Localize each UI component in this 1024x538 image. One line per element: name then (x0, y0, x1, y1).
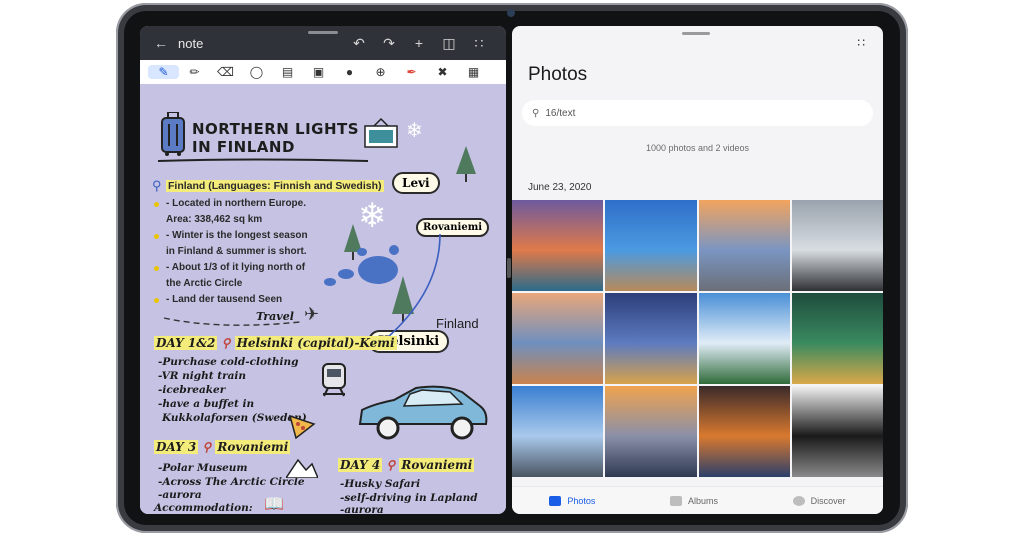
zoom-icon[interactable]: ⊕ (365, 65, 396, 79)
day4-heading: DAY 4 ⚲ Rovaniemi (338, 458, 475, 472)
bullet-dot (154, 202, 159, 207)
photo-coastal-town-night[interactable] (605, 293, 697, 384)
discover-tab-icon (792, 495, 805, 506)
photo-sea-stacks-sunset[interactable] (512, 293, 604, 384)
luggage-icon (161, 112, 185, 156)
photo-lake-town-mountains[interactable] (698, 293, 790, 384)
eraser-icon[interactable]: ⌫ (210, 65, 241, 79)
tab-label: Discover (810, 495, 846, 506)
pizza-icon (288, 414, 316, 440)
itinerary-item: -Across The Arctic Circle (158, 476, 305, 488)
albums-tab-icon (669, 495, 682, 506)
photo-cliff-blue-sea[interactable] (512, 386, 604, 477)
marker-icon[interactable]: ✏ (179, 65, 210, 79)
snowflake-icon: ❄ (358, 197, 387, 235)
photo-sunset-rocks-sea[interactable] (512, 200, 604, 291)
fact-line: Area: 338,462 sq km (166, 214, 263, 225)
image-icon[interactable]: ▣ (303, 65, 334, 79)
car-drawing (358, 385, 488, 440)
bubble-levi: Levi (392, 172, 440, 194)
itinerary-item: -VR night train (158, 370, 247, 382)
photo-beach-sunset-rocks[interactable] (605, 386, 697, 477)
finland-label: Finland (436, 316, 479, 331)
texture-icon[interactable]: ▦ (458, 65, 489, 79)
search-value: 16/text (545, 107, 576, 119)
itinerary-item: Kukkolaforsen (Sweden) (162, 412, 307, 424)
lasso-icon[interactable]: ◯ (241, 65, 272, 79)
add-icon[interactable]: + (404, 35, 434, 51)
airplane-icon: ✈ (304, 304, 320, 324)
more-icon[interactable]: ∷ (464, 35, 494, 52)
layout-icon[interactable]: ◫ (434, 35, 464, 52)
search-icon: ⚲ (532, 107, 540, 119)
itinerary-item: -have a buffet in (158, 398, 255, 410)
itinerary-item: -Purchase cold-clothing (158, 356, 299, 368)
pane-drag-handle[interactable] (308, 31, 338, 34)
itinerary-item: Accommodation: (154, 502, 253, 514)
pen-icon[interactable]: ✎ (148, 65, 179, 79)
note-canvas[interactable]: NORTHERN LIGHTS IN FINLAND ❄ ❄ ⚲ Finland… (140, 84, 506, 514)
tab-discover[interactable]: Discover (792, 495, 846, 506)
itinerary-item: -Polar Museum (158, 462, 248, 474)
bullet-dot (154, 298, 159, 303)
text-icon[interactable]: ▤ (272, 65, 303, 79)
photo-abstract-green-gold[interactable] (791, 293, 883, 384)
location-pin-icon: ⚲ (152, 178, 162, 193)
day3-heading: DAY 3 ⚲ Rovaniemi (154, 440, 291, 454)
pine-tree-icon (456, 146, 476, 182)
day12-heading: DAY 1&2 ⚲ Helsinki (capital)-Kemi (154, 336, 397, 350)
note-heading-line1: NORTHERN LIGHTS (192, 120, 360, 138)
languages-line: Finland (Languages: Finnish and Swedish) (166, 180, 384, 192)
split-screen-divider[interactable] (507, 258, 511, 278)
mountain-icon (286, 458, 318, 478)
search-input[interactable]: ⚲ 16/text (522, 100, 873, 126)
train-icon (322, 363, 346, 397)
note-title: note (178, 35, 204, 51)
landscape-frame-icon (364, 118, 398, 148)
photo-count: 1000 photos and 2 videos (645, 143, 750, 153)
back-arrow-icon[interactable]: ← (152, 35, 170, 51)
snowflake-icon: ❄ (406, 120, 423, 142)
fact-line: - Located in northern Europe. (166, 198, 307, 209)
tab-photos[interactable]: Photos (549, 495, 596, 506)
photo-gray-coast-waves[interactable] (791, 200, 883, 291)
itinerary-item: -icebreaker (158, 384, 226, 396)
bottom-tab-bar: Photos Albums Discover (512, 486, 883, 514)
front-camera (507, 9, 515, 17)
photos-title: Photos (528, 64, 588, 85)
date-header: June 23, 2020 (528, 182, 592, 193)
pin-icon[interactable]: ✖ (427, 65, 458, 79)
photos-tab-icon (549, 495, 562, 506)
highlighter-icon[interactable]: ✒ (396, 65, 427, 79)
photo-city-skyscrapers-night[interactable] (698, 386, 790, 477)
more-icon[interactable]: ∷ (857, 36, 865, 50)
pane-drag-handle[interactable] (682, 32, 710, 35)
travel-label: Travel (256, 310, 294, 323)
tab-label: Albums (687, 495, 718, 506)
itinerary-item: -aurora (340, 504, 384, 514)
photo-grid (512, 200, 883, 484)
redo-icon[interactable]: ↷ (374, 35, 404, 52)
tab-albums[interactable]: Albums (669, 495, 718, 506)
tab-label: Photos (567, 495, 596, 506)
bullet-dot (154, 234, 159, 239)
bullet-dot (154, 266, 159, 271)
photo-road-sunset[interactable] (698, 200, 790, 291)
itinerary-item: -aurora (158, 489, 202, 501)
note-heading-line2: IN FINLAND (192, 138, 295, 156)
shape-icon[interactable]: ● (334, 65, 365, 79)
itinerary-item: -self-driving in Lapland (340, 492, 478, 504)
heading-underline (157, 158, 369, 162)
book-icon: 📖 (264, 496, 284, 513)
undo-icon[interactable]: ↶ (344, 35, 374, 52)
itinerary-item: -Husky Safari (340, 478, 421, 490)
drawing-toolbar: ✎ ✏ ⌫ ◯ ▤ ▣ ● ⊕ ✒ ✖ ▦ (140, 60, 506, 84)
note-app-pane: ← note ↶ ↷ + ◫ ∷ ✎ ✏ ⌫ ◯ ▤ ▣ ● ⊕ ✒ ✖ ▦ N… (140, 26, 506, 514)
photo-bw-architecture[interactable] (791, 386, 883, 477)
note-header: ← note ↶ ↷ + ◫ ∷ (140, 26, 506, 60)
photos-app-pane: ∷ Photos ⚲ 16/text 1000 photos and 2 vid… (512, 26, 883, 514)
photo-church-blue-sky[interactable] (605, 200, 697, 291)
